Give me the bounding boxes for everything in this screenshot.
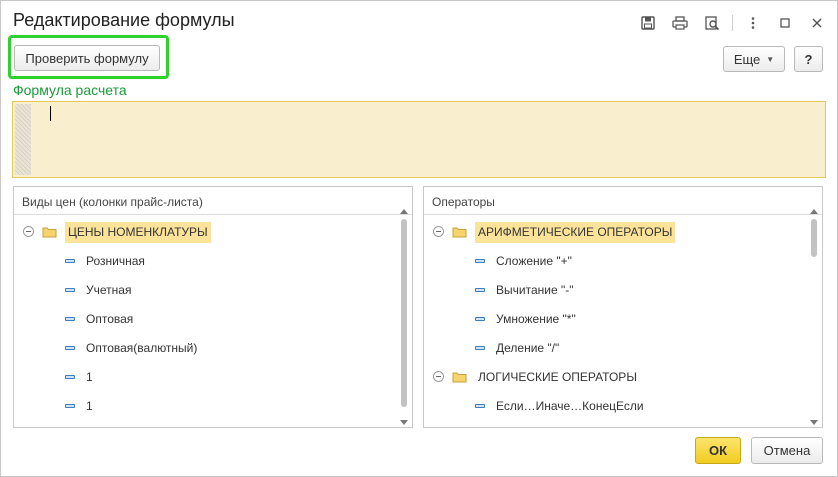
group-label: ЛОГИЧЕСКИЕ ОПЕРАТОРЫ	[478, 370, 637, 384]
close-icon[interactable]	[805, 11, 829, 35]
tree-group-row[interactable]: АРИФМЕТИЧЕСКИЕ ОПЕРАТОРЫ	[424, 218, 808, 247]
item-label: Розничная	[86, 254, 145, 268]
item-label: 1	[86, 399, 93, 413]
more-options-icon[interactable]	[741, 11, 765, 35]
chevron-down-icon: ▼	[766, 54, 775, 64]
vertical-scrollbar[interactable]	[399, 209, 409, 425]
formula-gutter	[15, 104, 31, 175]
folder-icon	[42, 226, 57, 241]
item-icon	[65, 259, 75, 263]
collapse-toggle-icon[interactable]	[433, 371, 444, 382]
operators-panel[interactable]: Операторы АРИФМЕТИЧЕСКИЕ ОПЕРАТОРЫ Сложе…	[423, 186, 823, 428]
list-item[interactable]: Сложение "+"	[424, 247, 808, 276]
item-label: Учетная	[86, 283, 132, 297]
preview-icon[interactable]	[700, 11, 724, 35]
list-item[interactable]: Оптовая	[14, 305, 398, 334]
list-item[interactable]: Вычитание "-"	[424, 276, 808, 305]
item-icon	[475, 288, 485, 292]
item-label: Вычитание "-"	[496, 283, 574, 297]
list-item[interactable]: Деление "/"	[424, 334, 808, 363]
scroll-down-icon[interactable]	[400, 420, 408, 425]
save-icon[interactable]	[636, 11, 660, 35]
operators-list: АРИФМЕТИЧЕСКИЕ ОПЕРАТОРЫ Сложение "+" Вы…	[424, 218, 808, 421]
check-formula-button[interactable]: Проверить формулу	[14, 45, 160, 71]
list-item[interactable]: Умножение "*"	[424, 305, 808, 334]
help-button[interactable]: ?	[794, 46, 823, 72]
item-icon	[65, 404, 75, 408]
item-label: Деление "/"	[496, 341, 560, 355]
item-label: Если…Иначе…КонецЕсли	[496, 399, 644, 413]
scrollbar-thumb[interactable]	[811, 219, 817, 257]
list-item[interactable]: 1	[14, 392, 398, 421]
vertical-scrollbar[interactable]	[809, 209, 819, 425]
item-label: Умножение "*"	[496, 312, 576, 326]
folder-icon	[452, 371, 467, 386]
tree-group-row[interactable]: ЦЕНЫ НОМЕНКЛАТУРЫ	[14, 218, 398, 247]
list-item[interactable]: Розничная	[14, 247, 398, 276]
list-item[interactable]: Если…Иначе…КонецЕсли	[424, 392, 808, 421]
window-title: Редактирование формулы	[13, 10, 235, 30]
item-label: Оптовая(валютный)	[86, 341, 198, 355]
item-icon	[475, 346, 485, 350]
more-button-label: Еще	[733, 51, 761, 67]
title-toolbar	[628, 11, 829, 35]
item-icon	[475, 259, 485, 263]
operators-header: Операторы	[424, 187, 822, 215]
collapse-toggle-icon[interactable]	[23, 226, 34, 237]
tree-group-row[interactable]: ЛОГИЧЕСКИЕ ОПЕРАТОРЫ	[424, 363, 808, 392]
toolbar-separator	[732, 15, 733, 31]
ok-button[interactable]: ОК	[695, 437, 741, 464]
scroll-down-icon[interactable]	[810, 420, 818, 425]
price-types-panel[interactable]: Виды цен (колонки прайс-листа) ЦЕНЫ НОМЕ…	[13, 186, 413, 428]
item-icon	[65, 288, 75, 292]
formula-label: Формула расчета	[13, 82, 127, 98]
price-types-list: ЦЕНЫ НОМЕНКЛАТУРЫ Розничная Учетная Опто…	[14, 218, 398, 421]
text-cursor	[50, 106, 51, 121]
print-icon[interactable]	[668, 11, 692, 35]
more-button[interactable]: Еще ▼	[723, 46, 785, 72]
list-item[interactable]: Учетная	[14, 276, 398, 305]
item-label: 1	[86, 370, 93, 384]
item-icon	[475, 404, 485, 408]
item-icon	[475, 317, 485, 321]
formula-input[interactable]	[12, 101, 826, 178]
item-icon	[65, 346, 75, 350]
item-label: Сложение "+"	[496, 254, 572, 268]
group-label: ЦЕНЫ НОМЕНКЛАТУРЫ	[65, 222, 211, 243]
maximize-icon[interactable]	[773, 11, 797, 35]
item-icon	[65, 375, 75, 379]
scroll-up-icon[interactable]	[400, 209, 408, 214]
group-label: АРИФМЕТИЧЕСКИЕ ОПЕРАТОРЫ	[475, 222, 676, 243]
list-item[interactable]: Оптовая(валютный)	[14, 334, 398, 363]
list-item[interactable]: 1	[14, 363, 398, 392]
folder-icon	[452, 226, 467, 241]
scroll-up-icon[interactable]	[810, 209, 818, 214]
collapse-toggle-icon[interactable]	[433, 226, 444, 237]
scrollbar-thumb[interactable]	[401, 219, 407, 407]
item-label: Оптовая	[86, 312, 134, 326]
formula-editor-window: Редактирование формулы Проверить формулу…	[0, 0, 838, 477]
cancel-button[interactable]: Отмена	[751, 437, 823, 464]
item-icon	[65, 317, 75, 321]
price-types-header: Виды цен (колонки прайс-листа)	[14, 187, 412, 215]
